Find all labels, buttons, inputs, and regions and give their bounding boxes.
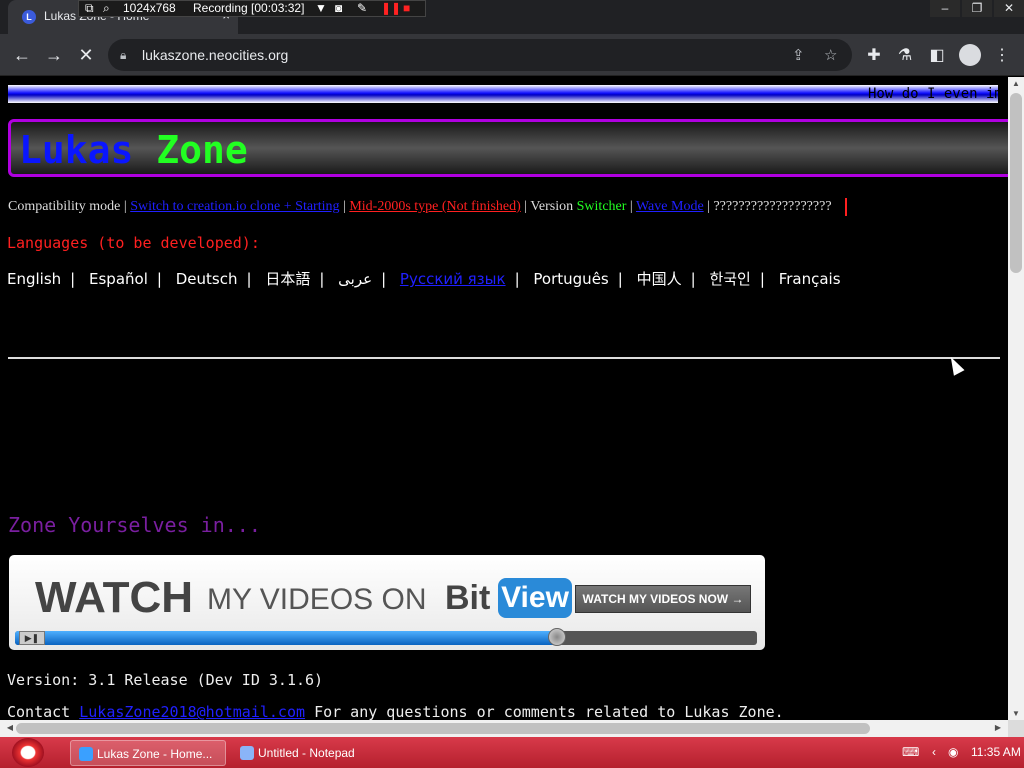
vertical-scroll-thumb[interactable] [1010,93,1022,273]
recorder-resolution: 1024x768 [123,1,176,15]
menu-kebab-icon[interactable]: ⋮ [991,45,1013,65]
address-bar[interactable]: 🔒︎ lukaszone.neocities.org ⇪ ☆ [108,39,852,71]
pencil-icon[interactable]: ✎ [357,1,367,16]
browser-toolbar: ← → ✕ 🔒︎ lukaszone.neocities.org ⇪ ☆ ✚ ⚗… [0,34,1024,76]
site-logo: Lukas Zone [19,128,248,172]
minimize-button[interactable]: – [930,0,960,17]
address-url[interactable]: lukaszone.neocities.org [142,47,288,63]
watch-videos-button[interactable]: WATCH MY VIDEOS NOW → [575,585,751,613]
logo-word-lukas: Lukas [19,128,134,172]
lock-icon[interactable]: 🔒︎ [120,48,126,63]
window-controls: – ❐ ✕ [928,0,1024,17]
dropdown-icon[interactable]: ▼ [315,1,327,16]
zone-yourselves-heading: Zone Yourselves in... [8,513,261,537]
lang-arabic[interactable]: عربى [338,270,372,288]
stop-icon[interactable]: ■ [403,1,410,16]
site-favicon-icon: L [22,10,36,24]
lang-portuguese[interactable]: Português [533,270,608,288]
contact-line: Contact LukasZone2018@hotmail.com For an… [7,703,784,720]
contact-email-link[interactable]: LukasZone2018@hotmail.com [79,703,305,720]
compatibility-bar: Compatibility mode | Switch to creation.… [8,198,848,216]
scroll-up-arrow-icon[interactable]: ▲ [1008,79,1024,88]
taskbar-item-notepad[interactable]: Untitled - Notepad [232,740,382,766]
recorder-status: Recording [00:03:32] [193,1,305,15]
logo-word-zone: Zone [156,128,248,172]
scrollbar-corner [1008,720,1024,737]
version-switcher-a[interactable]: Version [530,199,573,214]
keyboard-tray-icon[interactable]: ⌨ [902,737,919,768]
bookmark-star-icon[interactable]: ☆ [824,46,837,64]
side-panel-icon[interactable]: ◧ [926,45,948,65]
play-pause-icon[interactable]: ▶❚ [19,631,45,645]
recorder-tray-icon[interactable]: ◉ [948,737,958,768]
version-switcher-b[interactable]: Switcher [577,199,627,214]
lang-french[interactable]: Français [779,270,841,288]
restore-button[interactable]: ❐ [962,0,992,17]
scroll-down-arrow-icon[interactable]: ▼ [1008,709,1024,718]
pause-icon[interactable]: ❚❚ [381,1,401,16]
link-mid-2000s[interactable]: Mid-2000s type (Not finished) [349,199,520,214]
magnifier-icon[interactable]: ⌕ [103,1,110,16]
lang-english[interactable]: English [7,270,61,288]
clock[interactable]: 11:35 AM [971,737,1021,768]
compat-label: Compatibility mode [8,199,121,215]
bitview-banner[interactable]: WATCH MY VIDEOS ON Bit View WATCH MY VID… [9,555,765,650]
scroll-right-arrow-icon[interactable]: ▶ [990,723,1006,732]
lang-korean[interactable]: 한국인 [709,270,750,288]
taskbar: Lukas Zone - Home... Untitled - Notepad … [0,737,1024,768]
site-banner: Lukas Zone [8,119,1008,177]
close-window-button[interactable]: ✕ [994,0,1024,17]
taskbar-item-browser[interactable]: Lukas Zone - Home... [70,740,226,766]
language-list: English | Español | Deutsch | 日本語 | عربى | Ру… [7,270,841,288]
banner-middle-text: MY VIDEOS ON [207,583,427,616]
lang-spanish[interactable]: Español [89,270,148,288]
horizontal-scrollbar[interactable]: ◀ ▶ [0,720,1008,737]
lang-chinese[interactable]: 中国人 [637,270,682,288]
forward-arrow-icon[interactable]: → [42,43,66,67]
share-icon[interactable]: ⇪ [792,46,805,64]
taskbar-item-notepad-label: Untitled - Notepad [258,746,355,760]
tray-expand-icon[interactable]: ‹ [932,737,936,768]
vertical-scrollbar[interactable]: ▲ ▼ [1008,77,1024,720]
start-button[interactable] [12,738,44,767]
lang-japanese[interactable]: 日本語 [265,270,310,288]
link-creation-clone[interactable]: Switch to creation.io clone + Starting [130,199,339,214]
lang-german[interactable]: Deutsch [176,270,238,288]
languages-heading: Languages (to be developed): [7,234,260,252]
browser-app-icon [79,746,93,761]
horizontal-scroll-thumb[interactable] [16,723,870,734]
back-arrow-icon[interactable]: ← [10,43,34,67]
bitview-logo-bit: Bit [445,579,491,617]
page-viewport: How do I even im Lukas Zone Compatibilit… [0,77,1008,720]
red-caret-divider [845,198,848,216]
banner-watch-text: WATCH [35,573,194,622]
browser-titlebar: L Lukas Zone - Home × ⧉ ⌕ 1024x768 Recor… [0,0,1024,34]
marquee-strip: How do I even im [8,85,998,103]
progress-knob[interactable] [548,628,566,646]
profile-avatar[interactable] [959,44,981,66]
window-icon[interactable]: ⧉ [85,1,94,16]
contact-prefix: Contact [7,703,71,720]
screen-recorder-bar: ⧉ ⌕ 1024x768 Recording [00:03:32] ▼ ◙ ✎ … [78,0,426,17]
video-progress-track[interactable]: ▶❚ [15,628,757,646]
camera-icon[interactable]: ◙ [335,1,342,16]
bitview-logo-view: View [498,578,572,618]
notepad-app-icon [240,745,254,760]
version-text: Version: 3.1 Release (Dev ID 3.1.6) [7,671,324,689]
taskbar-item-browser-label: Lukas Zone - Home... [97,747,213,761]
link-wave-mode[interactable]: Wave Mode [636,199,704,214]
extensions-puzzle-icon[interactable]: ✚ [863,45,885,65]
labs-flask-icon[interactable]: ⚗ [894,45,916,65]
contact-suffix: For any questions or comments related to… [314,703,784,720]
stop-loading-icon[interactable]: ✕ [74,43,98,67]
video-progress-fill [15,631,557,645]
marquee-text: How do I even im [868,86,998,102]
horizontal-rule [8,357,1000,359]
question-marks: ??????????????????? [713,199,832,215]
lang-russian[interactable]: Русский язык [400,270,506,288]
